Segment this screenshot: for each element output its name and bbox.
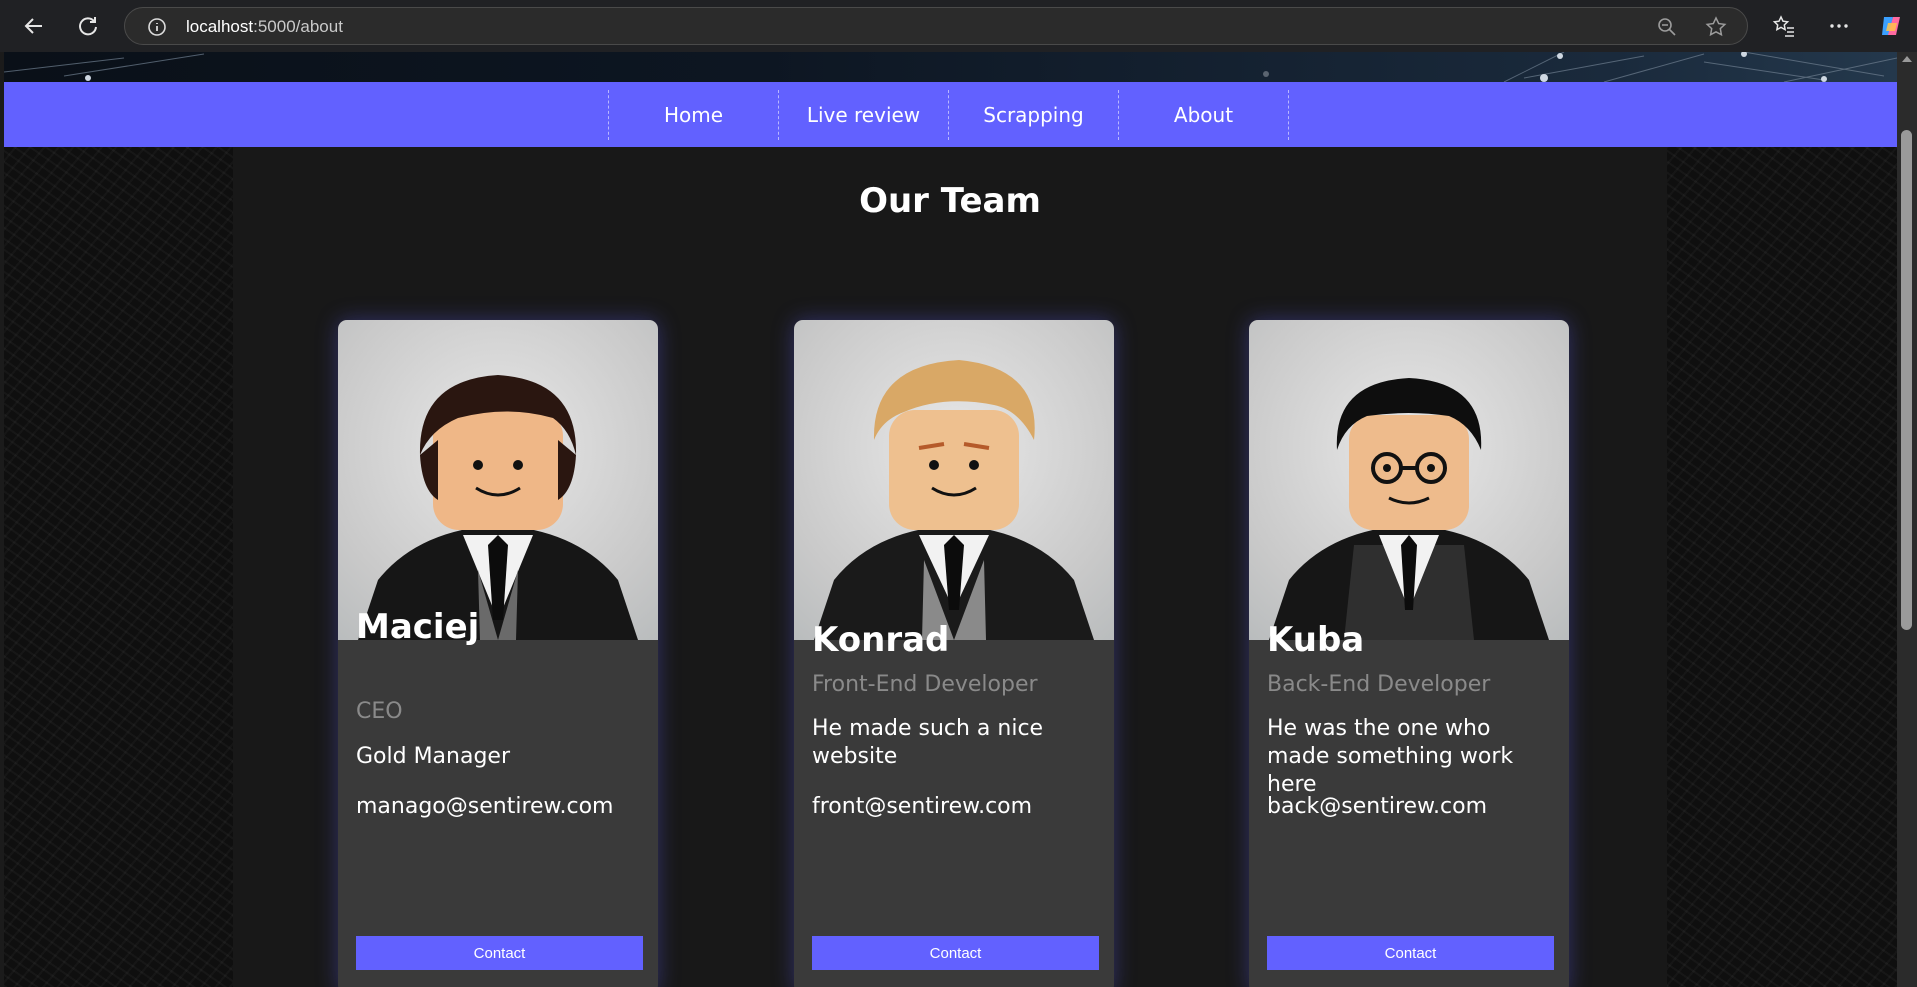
contact-button[interactable]: Contact	[1267, 936, 1554, 970]
member-name: Kuba	[1267, 620, 1365, 660]
nav-about[interactable]: About	[1119, 90, 1288, 140]
info-icon[interactable]	[147, 17, 167, 37]
address-bar[interactable]: localhost:5000/about	[124, 7, 1748, 45]
member-role: Front-End Developer	[812, 672, 1038, 697]
nav-divider	[1288, 90, 1289, 140]
member-email: manago@sentirew.com	[356, 794, 614, 819]
team-card-kuba: Kuba Back-End Developer He was the one w…	[1249, 320, 1569, 987]
contact-button[interactable]: Contact	[812, 936, 1099, 970]
team-member-photo	[794, 320, 1114, 640]
nav-home[interactable]: Home	[609, 90, 778, 140]
favorite-star-icon[interactable]	[1705, 16, 1727, 38]
member-description: He was the one who made something work h…	[1267, 716, 1514, 797]
contact-button[interactable]: Contact	[356, 936, 643, 970]
url-text[interactable]: localhost:5000/about	[186, 17, 343, 37]
member-role: Back-End Developer	[1267, 672, 1491, 697]
url-path: :5000/about	[253, 17, 343, 36]
member-email: front@sentirew.com	[812, 794, 1033, 819]
member-email: back@sentirew.com	[1267, 794, 1488, 819]
nav-scrapping[interactable]: Scrapping	[949, 90, 1118, 140]
member-role: CEO	[356, 699, 403, 724]
team-member-photo	[338, 320, 658, 640]
team-card-konrad: Konrad Front-End Developer He made such …	[794, 320, 1114, 987]
browser-toolbar: localhost:5000/about	[0, 0, 1917, 52]
header-network-background	[4, 52, 1897, 82]
copilot-icon[interactable]	[1877, 12, 1905, 40]
minifigure-portrait-icon	[814, 360, 1094, 640]
main-navbar: Home Live review Scrapping About	[4, 82, 1897, 147]
minifigure-portrait-icon	[1269, 378, 1549, 640]
back-icon[interactable]	[18, 10, 50, 42]
nav-live-review[interactable]: Live review	[779, 90, 948, 140]
scroll-up-arrow-icon[interactable]	[1902, 56, 1912, 62]
team-section: Our Team Maciej CEO Gold Manager manago@…	[233, 147, 1667, 987]
minifigure-portrait-icon	[358, 375, 638, 640]
member-name: Konrad	[812, 620, 950, 660]
team-member-photo	[1249, 320, 1569, 640]
team-card-maciej: Maciej CEO Gold Manager manago@sentirew.…	[338, 320, 658, 987]
member-description: He made such a nice website	[812, 716, 1044, 769]
member-description: Gold Manager	[356, 744, 511, 769]
page-viewport: Home Live review Scrapping About Our Tea…	[4, 52, 1897, 987]
more-options-icon[interactable]	[1825, 12, 1853, 40]
scrollbar-thumb[interactable]	[1901, 130, 1912, 630]
favorites-icon[interactable]	[1770, 12, 1798, 40]
member-name: Maciej	[356, 607, 480, 647]
url-host: localhost	[186, 17, 254, 36]
reload-icon[interactable]	[72, 10, 104, 42]
page-title: Our Team	[859, 181, 1041, 221]
zoom-icon[interactable]	[1657, 17, 1677, 37]
